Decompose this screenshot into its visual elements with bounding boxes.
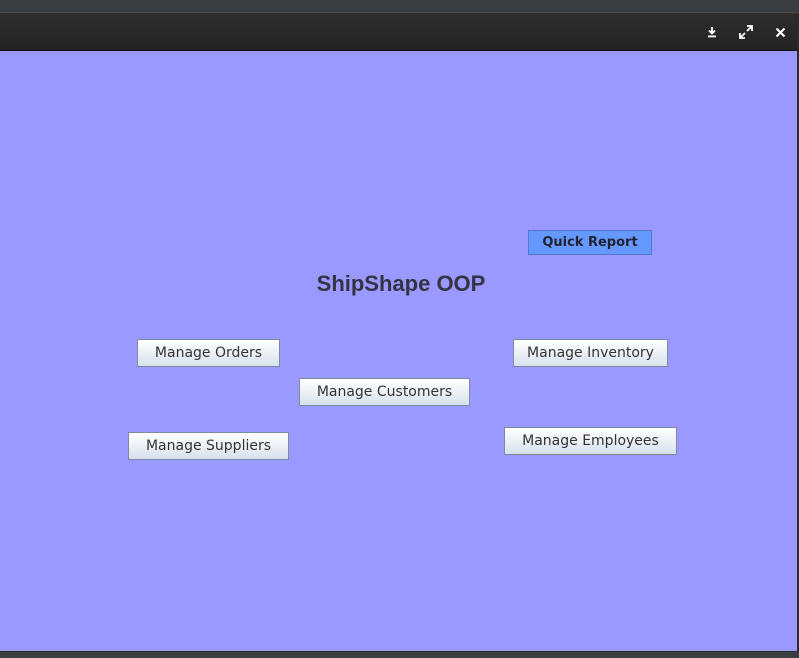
manage-inventory-button[interactable]: Manage Inventory — [513, 339, 668, 367]
manage-orders-button[interactable]: Manage Orders — [137, 339, 280, 367]
manage-employees-button[interactable]: Manage Employees — [504, 427, 677, 455]
quick-report-button[interactable]: Quick Report — [528, 230, 652, 255]
manage-suppliers-button[interactable]: Manage Suppliers — [128, 432, 289, 460]
bottom-edge — [0, 652, 799, 658]
expand-icon[interactable] — [737, 23, 755, 41]
window-titlebar[interactable] — [0, 13, 797, 51]
download-icon[interactable] — [703, 23, 721, 41]
main-panel: Quick Report ShipShape OOP Manage Orders… — [0, 51, 797, 651]
background-strip — [0, 0, 799, 12]
app-title: ShipShape OOP — [316, 271, 486, 296]
close-icon[interactable] — [771, 23, 789, 41]
manage-customers-button[interactable]: Manage Customers — [299, 378, 470, 406]
app-window: Quick Report ShipShape OOP Manage Orders… — [0, 12, 799, 654]
